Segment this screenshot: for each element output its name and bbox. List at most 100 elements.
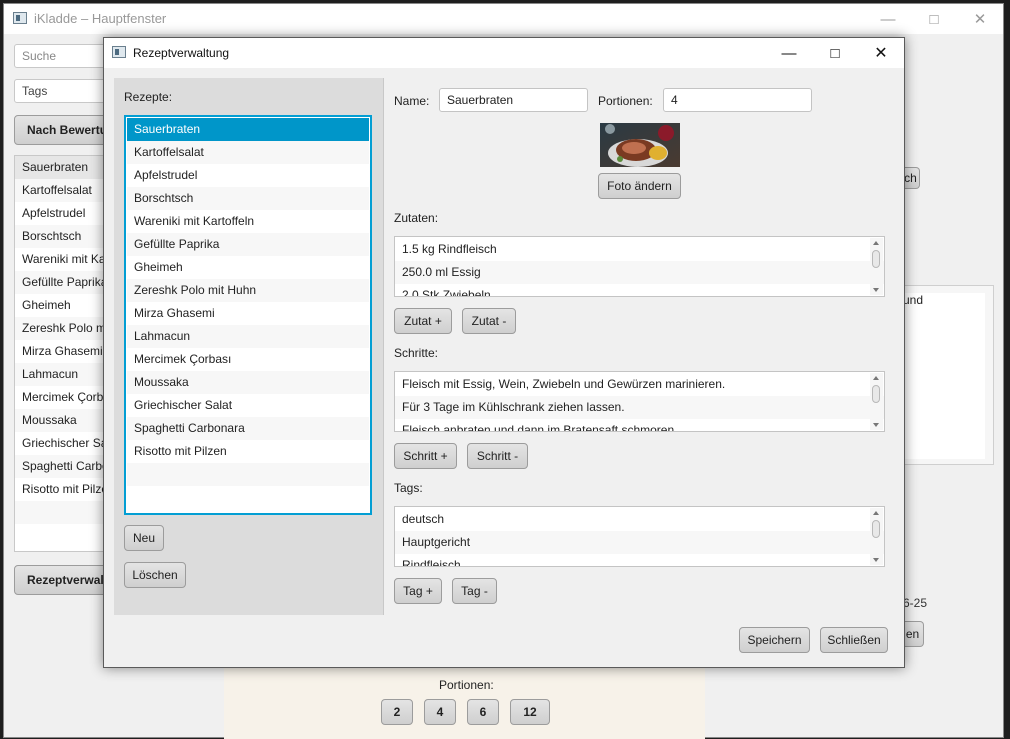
ingredients-label: Zutaten: (394, 211, 439, 225)
scroll-thumb[interactable] (872, 520, 880, 538)
main-recipe-row[interactable]: Mirza Ghasemi (15, 340, 109, 363)
main-recipe-row[interactable]: Zereshk Polo m (15, 317, 109, 340)
main-recipe-row[interactable]: Moussaka (15, 409, 109, 432)
scroll-down-icon[interactable] (873, 288, 879, 292)
recipe-row[interactable]: Mercimek Çorbası (127, 348, 369, 371)
main-recipe-row[interactable]: Apfelstrudel (15, 202, 109, 225)
scroll-thumb[interactable] (872, 250, 880, 268)
main-recipe-row[interactable]: Sauerbraten (15, 156, 109, 179)
recipe-row[interactable]: Lahmacun (127, 325, 369, 348)
add-ingredient-button[interactable]: Zutat + (394, 308, 452, 334)
scroll-up-icon[interactable] (873, 241, 879, 245)
close-button[interactable]: Schließen (820, 627, 888, 653)
description-panel: und (902, 285, 994, 465)
recipe-row[interactable]: Gheimeh (127, 256, 369, 279)
remove-tag-button[interactable]: Tag - (452, 578, 497, 604)
recipe-row[interactable]: Griechischer Salat (127, 394, 369, 417)
recipe-row[interactable]: Wareniki mit Kartoffeln (127, 210, 369, 233)
ingredient-row[interactable]: 250.0 ml Essig (395, 261, 884, 284)
recipe-management-button[interactable]: Rezeptverwal (14, 565, 110, 595)
portion-2-button[interactable]: 2 (381, 699, 413, 725)
recipe-editor-pane: Name: Sauerbraten Portionen: 4 Foto ände… (383, 78, 894, 615)
add-tag-button[interactable]: Tag + (394, 578, 442, 604)
portion-12-button[interactable]: 12 (510, 699, 550, 725)
vertical-scrollbar[interactable] (870, 508, 883, 565)
remove-ingredient-button[interactable]: Zutat - (462, 308, 516, 334)
main-recipe-row[interactable]: Lahmacun (15, 363, 109, 386)
delete-recipe-button[interactable]: Löschen (124, 562, 186, 588)
main-recipe-row[interactable]: Risotto mit Pilze (15, 478, 109, 501)
ingredients-list[interactable]: 1.5 kg Rindfleisch 250.0 ml Essig 2.0 Stk … (394, 236, 885, 297)
empty-row (15, 501, 109, 524)
sort-by-rating-button[interactable]: Nach Bewertu (14, 115, 110, 145)
scroll-up-icon[interactable] (873, 376, 879, 380)
portions-label: Portionen: (598, 94, 653, 108)
recipe-row[interactable]: Apfelstrudel (127, 164, 369, 187)
main-recipe-row[interactable]: Gheimeh (15, 294, 109, 317)
minimize-icon[interactable]: — (865, 4, 911, 34)
recipe-list[interactable]: Sauerbraten Kartoffelsalat Apfelstrudel Bor… (124, 115, 372, 515)
main-recipe-row[interactable]: Borschtsch (15, 225, 109, 248)
scroll-down-icon[interactable] (873, 558, 879, 562)
main-recipe-row[interactable]: Mercimek Çorb (15, 386, 109, 409)
step-row[interactable]: Fleisch anbraten und dann im Bratensaft … (395, 419, 884, 431)
recipe-row[interactable]: Spaghetti Carbonara (127, 417, 369, 440)
vertical-scrollbar[interactable] (870, 238, 883, 295)
recipe-row[interactable]: Borschtsch (127, 187, 369, 210)
search-input[interactable]: Suche (14, 44, 110, 68)
step-row[interactable]: Fleisch mit Essig, Wein, Zwiebeln und Ge… (395, 373, 884, 396)
maximize-icon[interactable]: □ (911, 4, 957, 34)
close-icon[interactable]: ✕ (957, 4, 1003, 34)
recipe-row[interactable]: Kartoffelsalat (127, 141, 369, 164)
recipe-row[interactable]: Mirza Ghasemi (127, 302, 369, 325)
scroll-thumb[interactable] (872, 385, 880, 403)
dialog-close-icon[interactable]: ✕ (858, 38, 904, 68)
new-recipe-button[interactable]: Neu (124, 525, 164, 551)
main-window-title: iKladde – Hauptfenster (34, 11, 167, 26)
name-input[interactable]: Sauerbraten (439, 88, 588, 112)
remove-step-button[interactable]: Schritt - (467, 443, 528, 469)
dialog-app-icon (112, 46, 126, 58)
dialog-maximize-icon[interactable]: □ (812, 38, 858, 68)
step-row[interactable]: Für 3 Tage im Kühlschrank ziehen lassen. (395, 396, 884, 419)
recipe-row[interactable]: Gefüllte Paprika (127, 233, 369, 256)
main-portions-label: Portionen: (439, 678, 494, 692)
recipe-photo (600, 123, 680, 167)
scroll-down-icon[interactable] (873, 423, 879, 427)
recipe-row[interactable]: Moussaka (127, 371, 369, 394)
tag-row[interactable]: Rindfleisch (395, 554, 884, 566)
dialog-minimize-icon[interactable]: — (766, 38, 812, 68)
recipes-label: Rezepte: (124, 90, 173, 104)
tag-row[interactable]: Hauptgericht (395, 531, 884, 554)
main-recipe-row[interactable]: Spaghetti Carbo (15, 455, 109, 478)
save-button[interactable]: Speichern (739, 627, 810, 653)
main-recipe-row[interactable]: Wareniki mit Ka (15, 248, 109, 271)
change-photo-button[interactable]: Foto ändern (598, 173, 681, 199)
main-recipe-list[interactable]: Sauerbraten Kartoffelsalat Apfelstrudel Bor… (14, 155, 110, 552)
recipe-row[interactable]: Sauerbraten (127, 118, 369, 141)
vertical-scrollbar[interactable] (870, 373, 883, 430)
ingredient-row[interactable]: 1.5 kg Rindfleisch (395, 238, 884, 261)
recipe-row[interactable]: Risotto mit Pilzen (127, 440, 369, 463)
recipe-row[interactable]: Zereshk Polo mit Huhn (127, 279, 369, 302)
right-button2-fragment[interactable]: en (902, 621, 924, 647)
app-icon (13, 12, 27, 24)
tags-list[interactable]: deutsch Hauptgericht Rindfleisch (394, 506, 885, 567)
dialog-titlebar: Rezeptverwaltung — □ ✕ (104, 38, 904, 68)
empty-row (127, 486, 369, 509)
add-step-button[interactable]: Schritt + (394, 443, 457, 469)
portion-6-button[interactable]: 6 (467, 699, 499, 725)
main-recipe-row[interactable]: Gefüllte Paprika (15, 271, 109, 294)
main-recipe-row[interactable]: Griechischer Sa (15, 432, 109, 455)
main-recipe-row[interactable]: Kartoffelsalat (15, 179, 109, 202)
portions-input[interactable]: 4 (663, 88, 812, 112)
steps-label: Schritte: (394, 346, 439, 360)
tag-row[interactable]: deutsch (395, 508, 884, 531)
name-label: Name: (394, 94, 430, 108)
ingredient-row[interactable]: 2.0 Stk Zwiebeln (395, 284, 884, 296)
main-titlebar: iKladde – Hauptfenster — □ ✕ (4, 4, 1003, 34)
scroll-up-icon[interactable] (873, 511, 879, 515)
steps-list[interactable]: Fleisch mit Essig, Wein, Zwiebeln und Ge… (394, 371, 885, 432)
portion-4-button[interactable]: 4 (424, 699, 456, 725)
tags-input[interactable]: Tags (14, 79, 110, 103)
